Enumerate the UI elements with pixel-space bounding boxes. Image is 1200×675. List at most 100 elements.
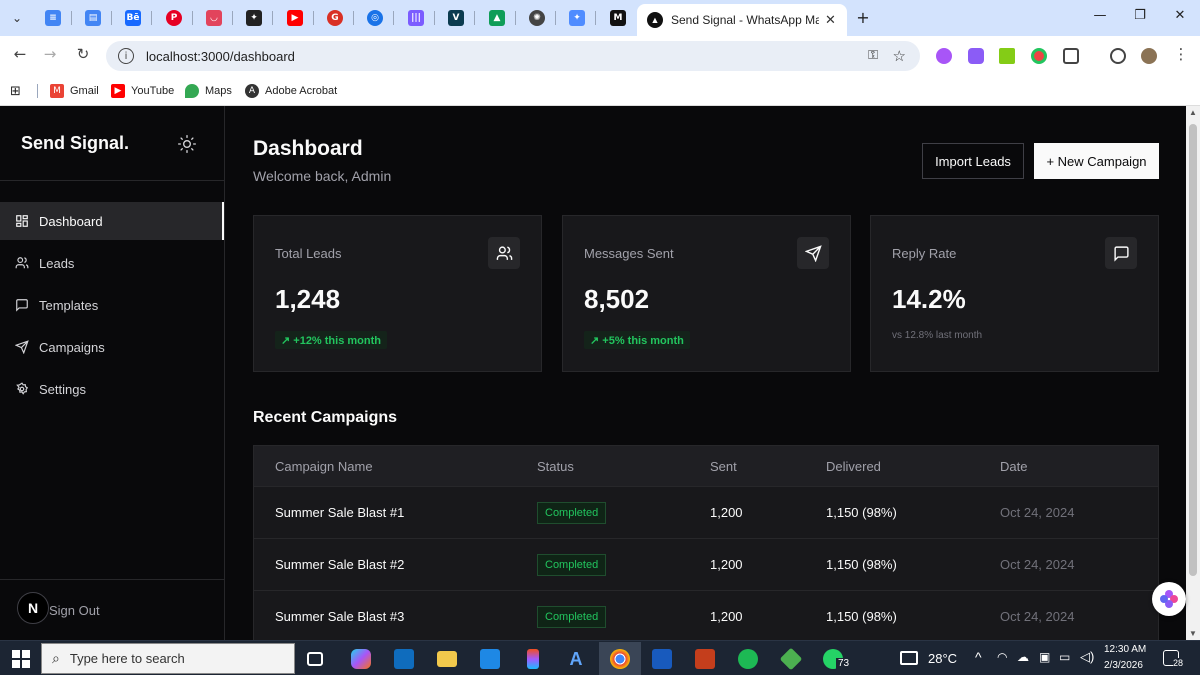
- wifi-icon[interactable]: ◠: [997, 650, 1007, 664]
- tab-search-chevron-icon[interactable]: ⌄: [6, 8, 28, 28]
- docs-tab-icon[interactable]: ≡: [45, 10, 61, 26]
- pinterest-tab-icon[interactable]: P: [166, 10, 182, 26]
- send-icon: [797, 237, 829, 269]
- app-a-icon[interactable]: A: [566, 649, 586, 669]
- column-header-status[interactable]: Status: [537, 446, 574, 486]
- password-key-icon[interactable]: ⚿: [868, 48, 878, 63]
- tray-chevron-icon[interactable]: ^: [975, 649, 982, 665]
- comparison-text: vs 12.8% last month: [892, 330, 983, 341]
- apps-grid-icon[interactable]: ⊞: [10, 82, 21, 100]
- sent-count: 1,200: [710, 505, 743, 520]
- weather-temp[interactable]: 28°C: [928, 651, 957, 666]
- bookmark-acrobat[interactable]: A Adobe Acrobat: [245, 82, 337, 100]
- campaign-date: Oct 24, 2024: [1000, 609, 1075, 624]
- url-text[interactable]: localhost:3000/dashboard: [146, 49, 295, 64]
- back-icon[interactable]: ←: [9, 45, 31, 67]
- scroll-down-icon[interactable]: ▼: [1189, 629, 1197, 638]
- clock-time[interactable]: 12:30 AM: [1104, 644, 1146, 655]
- campaign-date: Oct 24, 2024: [1000, 557, 1075, 572]
- network-icon[interactable]: ▭: [1059, 650, 1070, 664]
- figma-tab-icon[interactable]: ✦: [246, 10, 262, 26]
- app-icon[interactable]: [480, 649, 500, 669]
- address-bar[interactable]: i localhost:3000/dashboard ⚿ ☆: [106, 41, 920, 71]
- theme-toggle-sun-icon[interactable]: [177, 134, 197, 154]
- gemini-tab-icon[interactable]: ✦: [569, 10, 585, 26]
- welcome-text: Welcome back, Admin: [253, 168, 392, 184]
- app-tab-icon[interactable]: ◎: [367, 10, 383, 26]
- puzzle-icon[interactable]: [1063, 48, 1079, 64]
- taskbar-search[interactable]: ⌕ Type here to search: [41, 643, 295, 674]
- column-header-sent[interactable]: Sent: [710, 446, 737, 486]
- outlook-icon[interactable]: [394, 649, 414, 669]
- profile-avatar[interactable]: [1141, 48, 1157, 64]
- copilot-icon[interactable]: [351, 649, 371, 669]
- app-tab-icon[interactable]: ◡: [206, 10, 222, 26]
- bookmark-youtube[interactable]: ▶ YouTube: [111, 82, 174, 100]
- stat-label: Reply Rate: [892, 246, 957, 261]
- import-leads-button[interactable]: Import Leads: [922, 143, 1024, 179]
- reload-icon[interactable]: ↻: [72, 45, 94, 67]
- forms-tab-icon[interactable]: ▤: [85, 10, 101, 26]
- word-icon[interactable]: [652, 649, 672, 669]
- tab-separator: [434, 11, 435, 25]
- scrollbar-thumb[interactable]: [1189, 124, 1197, 576]
- clock-date[interactable]: 2/3/2026: [1104, 660, 1143, 671]
- sidebar-item-settings[interactable]: Settings: [0, 370, 224, 408]
- sidebar-item-label: Dashboard: [39, 213, 103, 229]
- new-tab-button[interactable]: +: [851, 8, 875, 28]
- floating-assistant-button[interactable]: [1152, 582, 1186, 616]
- table-row[interactable]: Summer Sale Blast #1 Completed 1,200 1,1…: [254, 487, 1158, 539]
- table-row[interactable]: Summer Sale Blast #3 Completed 1,200 1,1…: [254, 591, 1158, 640]
- scroll-up-icon[interactable]: ▲: [1189, 108, 1197, 117]
- extension-icon[interactable]: [936, 48, 952, 64]
- forward-icon[interactable]: →: [39, 45, 61, 67]
- page-scrollbar[interactable]: ▲ ▼: [1186, 106, 1200, 640]
- column-header-delivered[interactable]: Delivered: [826, 446, 881, 486]
- sidebar-item-leads[interactable]: Leads: [0, 244, 224, 282]
- bookmark-star-icon[interactable]: ☆: [893, 47, 906, 65]
- vectorizer-tab-icon[interactable]: V: [448, 10, 464, 26]
- bookmark-maps[interactable]: Maps: [185, 82, 232, 100]
- extension-icon[interactable]: [999, 48, 1015, 64]
- brand-logo[interactable]: Send Signal.: [21, 133, 129, 154]
- extension-icon[interactable]: [968, 48, 984, 64]
- active-tab[interactable]: ▲ Send Signal - WhatsApp Marke ✕: [637, 4, 847, 36]
- chrome-icon[interactable]: [610, 649, 630, 669]
- tab-close-icon[interactable]: ✕: [825, 12, 836, 28]
- extension-icon[interactable]: [1031, 48, 1047, 64]
- weather-widget-icon[interactable]: [900, 651, 918, 665]
- sidebar-item-dashboard[interactable]: Dashboard: [0, 202, 224, 240]
- youtube-tab-icon[interactable]: ▶: [287, 10, 303, 26]
- chatgpt-tab-icon[interactable]: ✺: [529, 10, 545, 26]
- avatar[interactable]: N: [17, 592, 49, 624]
- behance-tab-icon[interactable]: Bē: [125, 10, 141, 26]
- app-tray-icon[interactable]: ▣: [1039, 650, 1050, 664]
- file-explorer-icon[interactable]: [437, 651, 457, 667]
- new-campaign-button[interactable]: + New Campaign: [1034, 143, 1159, 179]
- sidebar-item-campaigns[interactable]: Campaigns: [0, 328, 224, 366]
- sign-out-button[interactable]: Sign Out: [49, 603, 100, 618]
- restore-icon[interactable]: ❐: [1128, 8, 1152, 28]
- window-close-icon[interactable]: ✕: [1168, 8, 1192, 28]
- audio-tab-icon[interactable]: |||: [408, 10, 424, 26]
- drive-tab-icon[interactable]: ▲: [489, 10, 505, 26]
- sidebar-item-templates[interactable]: Templates: [0, 286, 224, 324]
- windows-start-icon[interactable]: [12, 650, 30, 668]
- medium-tab-icon[interactable]: M: [610, 10, 626, 26]
- powerpoint-icon[interactable]: [695, 649, 715, 669]
- task-view-icon[interactable]: [307, 652, 323, 666]
- column-header-date[interactable]: Date: [1000, 446, 1027, 486]
- menu-dots-icon[interactable]: ⋮: [1170, 45, 1192, 67]
- spotify-icon[interactable]: [738, 649, 758, 669]
- column-header-name[interactable]: Campaign Name: [275, 446, 373, 486]
- volume-icon[interactable]: ◁): [1080, 649, 1094, 665]
- minimize-icon[interactable]: —: [1088, 8, 1112, 28]
- cloud-icon[interactable]: ☁: [1017, 650, 1029, 664]
- figma-icon[interactable]: [527, 649, 539, 669]
- bookmark-gmail[interactable]: M Gmail: [50, 82, 99, 100]
- performance-icon[interactable]: [1110, 48, 1126, 64]
- node-icon[interactable]: [779, 647, 803, 671]
- table-row[interactable]: Summer Sale Blast #2 Completed 1,200 1,1…: [254, 539, 1158, 591]
- site-info-icon[interactable]: i: [118, 48, 134, 64]
- app-tab-icon[interactable]: G: [327, 10, 343, 26]
